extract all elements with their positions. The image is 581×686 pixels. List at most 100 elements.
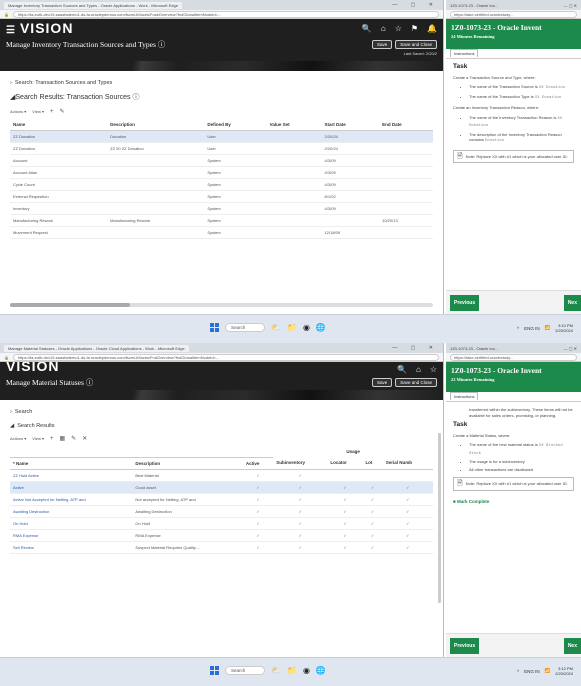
search-icon[interactable]: 🔍 [362, 24, 372, 33]
table-row[interactable]: Awaiting Destruction Awaiting Destruction… [10, 505, 433, 518]
mark-complete-button[interactable]: ■ Mark Complete [453, 499, 574, 505]
menu-icon[interactable]: ☰ [6, 25, 16, 36]
file-explorer-icon[interactable]: 📁 [287, 666, 297, 675]
chrome-icon[interactable]: ◉ [303, 323, 310, 332]
browser-tab[interactable]: Manage Inventory Transaction Sources and… [4, 1, 182, 9]
freeze-icon[interactable]: ▦ [59, 435, 65, 442]
windows-start-icon[interactable] [210, 323, 219, 332]
table-row[interactable]: ZZ Hold Active Best Material ✓ ✓ [10, 469, 433, 482]
instructions-tab[interactable]: Instructions [450, 392, 479, 400]
edge-icon[interactable]: 🌐 [316, 323, 326, 332]
search-section-header[interactable]: › Search: Transaction Sources and Types [10, 80, 433, 86]
url-input[interactable]: https://fa-eufk-dev19-saasfademo1.ds-fa.… [12, 10, 439, 18]
column-header[interactable]: Start Date [321, 119, 380, 131]
weather-icon[interactable]: ⛅ [271, 666, 281, 675]
taskbar-clock[interactable]: 3:10 PM 2/20/2024 [555, 323, 573, 333]
exam-tab[interactable]: 1Z0-1073-23 - Oracle Inv... [450, 346, 498, 351]
view-menu[interactable]: View ▾ [32, 109, 44, 114]
window-controls-icon[interactable]: — ▢ ✕ [564, 3, 577, 8]
favorites-icon[interactable]: ☆ [430, 365, 437, 374]
weather-icon[interactable]: ⛅ [271, 323, 281, 332]
table-row[interactable]: RMA Expense RMA Expense ✓ ✓ ✓ ✓ ✓ [10, 529, 433, 542]
wifi-icon[interactable]: 📶 [545, 668, 551, 674]
view-menu[interactable]: View ▾ [32, 436, 44, 441]
table-cell[interactable]: Active [10, 481, 133, 494]
table-cell[interactable]: Inventory [10, 202, 108, 215]
edit-icon[interactable]: ✎ [71, 435, 76, 442]
file-explorer-icon[interactable]: 📁 [287, 323, 297, 332]
browser-tab[interactable]: Manage Material Statuses - Oracle Applic… [4, 344, 189, 352]
column-header[interactable]: Name [10, 119, 108, 131]
window-controls-icon[interactable]: — ▢ ✕ [392, 345, 439, 351]
vertical-scrollbar[interactable] [438, 433, 441, 603]
flag-icon[interactable]: ⚑ [411, 24, 418, 33]
table-cell[interactable]: Movement Request [10, 226, 108, 239]
language-indicator[interactable]: ENG IN [524, 326, 540, 331]
table-row[interactable]: Account System 4/3/09 [10, 154, 433, 167]
table-row[interactable]: Movement Request System 12/18/09 [10, 226, 433, 239]
table-row[interactable]: Cycle Count System 4/3/09 [10, 178, 433, 191]
table-row[interactable]: Inventory System 4/3/09 [10, 202, 433, 215]
wifi-icon[interactable]: 📶 [545, 325, 551, 331]
table-row[interactable]: ZZ Donation Donation User 2/20/24 [10, 130, 433, 143]
table-cell[interactable]: RMA Expense [10, 529, 133, 542]
column-header[interactable]: Value Set [266, 119, 322, 131]
column-header[interactable]: Locator [327, 457, 363, 470]
language-indicator[interactable]: ENG IN [524, 669, 540, 674]
taskbar-search[interactable]: Search [225, 323, 265, 332]
app-logo[interactable]: ☰ VISION [6, 20, 73, 36]
delete-icon[interactable]: ✕ [82, 435, 87, 442]
table-row[interactable]: Manufacturing Rework Manufacturing Rework… [10, 214, 433, 227]
table-row[interactable]: On Hold On Hold ✓ ✓ ✓ ✓ ✓ [10, 517, 433, 530]
column-header[interactable]: Active [242, 457, 274, 470]
taskbar-search[interactable]: Search [225, 666, 265, 675]
previous-button[interactable]: Previous [450, 638, 480, 654]
tray-chevron-icon[interactable]: ^ [517, 326, 519, 331]
save-and-close-button[interactable]: Save and Close [395, 39, 437, 49]
table-cell[interactable]: Cycle Count [10, 178, 108, 191]
column-header[interactable]: Description [107, 119, 205, 131]
actions-menu[interactable]: Actions ▾ [10, 109, 26, 114]
table-cell[interactable]: Sell Review [10, 541, 133, 554]
previous-button[interactable]: Previous [450, 295, 480, 311]
column-header[interactable]: End Date [379, 119, 433, 131]
table-row[interactable]: Sell Review Suspect Material Requires Qua… [10, 541, 433, 554]
table-row[interactable]: Active Good asset ✓ ✓ ✓ ✓ ✓ [10, 481, 433, 494]
column-header[interactable]: Subinventory [273, 457, 328, 470]
window-controls-icon[interactable]: — ▢ ✕ [564, 346, 577, 351]
exam-url-input[interactable]: https://take.certified.oraclestudy... [450, 353, 577, 361]
table-cell[interactable]: On Hold [10, 517, 133, 530]
actions-menu[interactable]: Actions ▾ [10, 436, 26, 441]
table-row[interactable]: Account Alias System 4/3/09 [10, 166, 433, 179]
bell-icon[interactable]: 🔔 [427, 24, 437, 33]
exam-tab[interactable]: 1Z0-1073-23 - Oracle Inv... [450, 3, 498, 8]
windows-start-icon[interactable] [210, 666, 219, 675]
column-header[interactable]: Serial Numb [382, 457, 433, 470]
table-cell[interactable]: Awaiting Destruction [10, 505, 133, 518]
expand-icon[interactable]: › [10, 80, 12, 86]
table-cell[interactable]: ZZ Donation [10, 142, 108, 155]
home-icon[interactable]: ⌂ [416, 365, 421, 374]
tray-chevron-icon[interactable]: ^ [517, 669, 519, 674]
results-section-header[interactable]: ◢ Search Results [10, 423, 433, 429]
table-cell[interactable]: Account Alias [10, 166, 108, 179]
url-input[interactable]: https://fa-eufk-dev19-saasfademo1.ds-fa.… [12, 353, 439, 361]
next-button[interactable]: Nex [563, 295, 581, 311]
column-header[interactable]: * Name [10, 457, 133, 470]
column-header[interactable]: Description [132, 457, 243, 470]
expand-icon[interactable]: › [10, 409, 12, 415]
table-cell[interactable]: Active Not Accepted for Netting, ATP and [10, 493, 133, 506]
table-cell[interactable]: ZZ Donation [10, 130, 108, 143]
add-icon[interactable]: + [50, 436, 54, 442]
table-row[interactable]: External Requisition System 8/1/02 [10, 190, 433, 203]
next-button[interactable]: Nex [563, 638, 581, 654]
app-logo[interactable]: VISION [6, 362, 59, 374]
results-section-header[interactable]: ◢Search Results: Transaction Sources ⓘ [10, 92, 433, 102]
horizontal-scrollbar[interactable] [10, 303, 433, 307]
taskbar-clock[interactable]: 3:12 PM 2/20/2024 [555, 666, 573, 676]
column-header[interactable]: Lot [362, 457, 383, 470]
table-cell[interactable]: Manufacturing Rework [10, 214, 108, 227]
add-icon[interactable]: + [50, 109, 54, 115]
window-controls-icon[interactable]: — ▢ ✕ [392, 2, 439, 8]
search-section-header[interactable]: › Search [10, 409, 433, 415]
